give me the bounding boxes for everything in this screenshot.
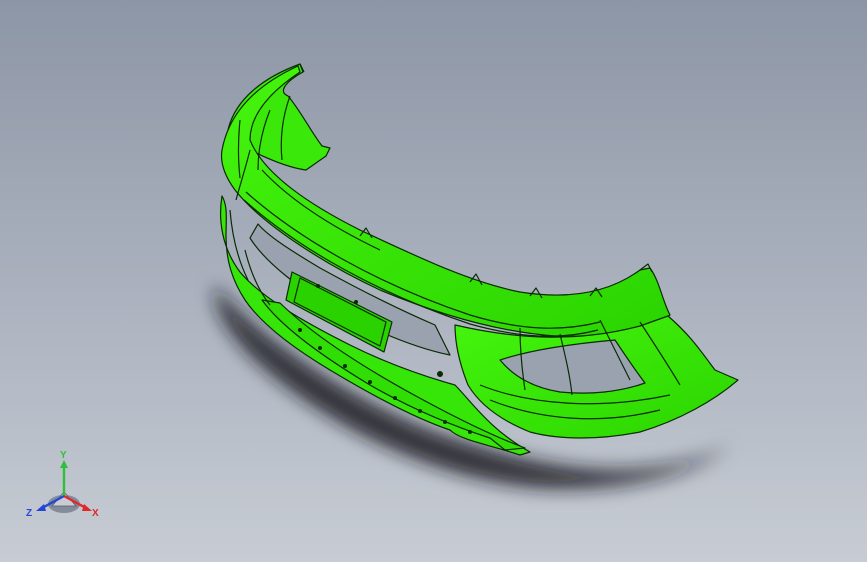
axis-triad[interactable]: Y X Z	[24, 448, 104, 524]
bumper-part[interactable]	[220, 63, 739, 456]
y-axis-arrow	[60, 460, 68, 496]
z-axis-label: Z	[26, 508, 32, 519]
model-view[interactable]	[0, 0, 867, 562]
graphics-viewport[interactable]: Y X Z	[0, 0, 867, 562]
x-axis-label: X	[92, 508, 99, 519]
y-axis-label: Y	[60, 450, 67, 461]
